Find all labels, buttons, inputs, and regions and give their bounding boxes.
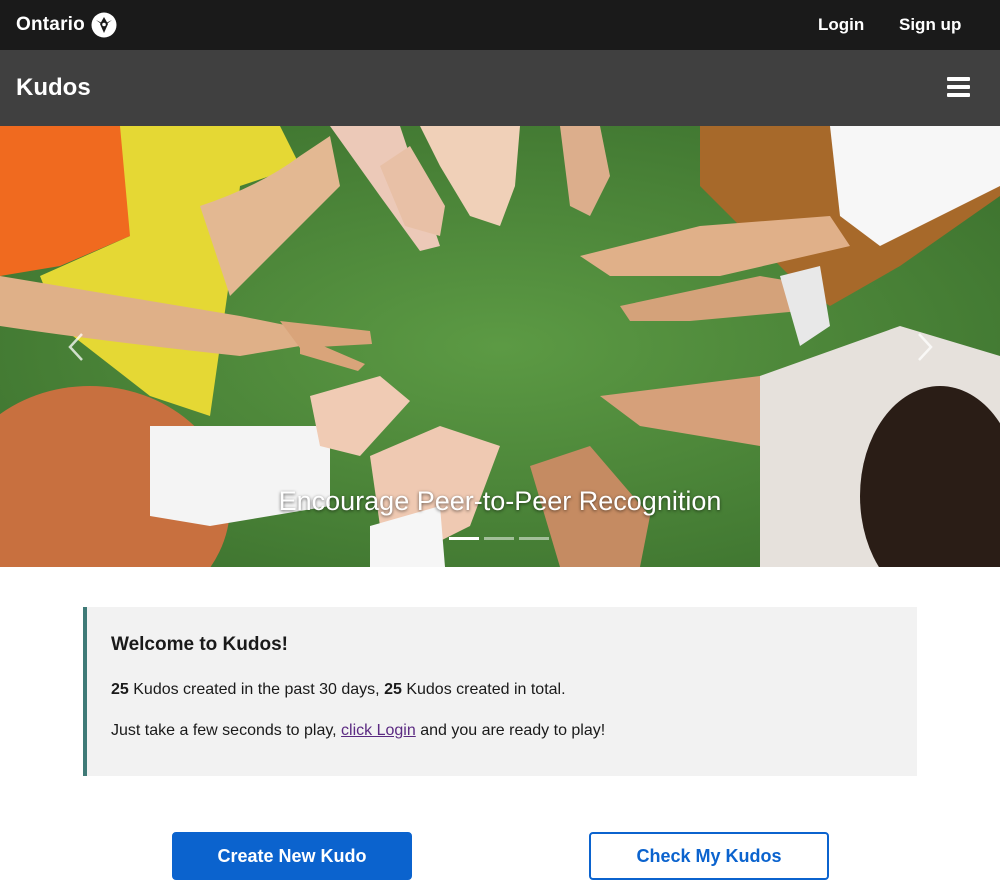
hero-carousel: Encourage Peer-to-Peer Recognition bbox=[0, 126, 1000, 567]
welcome-heading: Welcome to Kudos! bbox=[111, 634, 288, 655]
total-count: 25 bbox=[384, 681, 402, 698]
play-prefix: Just take a few seconds to play, bbox=[111, 722, 342, 739]
recent-count: 25 bbox=[111, 681, 129, 698]
ontario-logo-text: Ontario bbox=[16, 14, 85, 35]
create-new-kudo-button[interactable]: Create New Kudo bbox=[172, 832, 412, 880]
trillium-logo-icon bbox=[91, 12, 117, 38]
carousel-indicator-1[interactable] bbox=[449, 537, 479, 540]
carousel-indicators bbox=[449, 537, 554, 540]
hamburger-menu-icon[interactable] bbox=[947, 77, 970, 97]
recent-label: Kudos created in the past 30 days, bbox=[128, 681, 385, 698]
top-signup-link[interactable]: Sign up bbox=[899, 15, 961, 35]
ontario-logo[interactable]: Ontario bbox=[16, 11, 117, 39]
total-label: Kudos created in total. bbox=[401, 681, 566, 698]
carousel-indicator-3[interactable] bbox=[519, 537, 549, 540]
top-login-link[interactable]: Login bbox=[818, 15, 864, 35]
app-header: Kudos bbox=[0, 50, 1000, 126]
chevron-left-icon[interactable] bbox=[56, 324, 96, 370]
app-title: Kudos bbox=[16, 74, 91, 101]
carousel-caption: Encourage Peer-to-Peer Recognition bbox=[278, 486, 722, 516]
carousel-indicator-2[interactable] bbox=[484, 537, 514, 540]
welcome-panel: Welcome to Kudos! 25 Kudos created in th… bbox=[83, 607, 917, 776]
ontario-top-bar: Ontario Login Sign up bbox=[0, 0, 1000, 50]
click-login-link[interactable]: click Login bbox=[341, 722, 416, 739]
kudos-stats-text: 25 Kudos created in the past 30 days, 25… bbox=[111, 681, 566, 699]
play-instructions: Just take a few seconds to play, click L… bbox=[111, 722, 605, 740]
chevron-right-icon[interactable] bbox=[905, 324, 945, 370]
play-suffix: and you are ready to play! bbox=[415, 722, 606, 739]
check-my-kudos-button[interactable]: Check My Kudos bbox=[589, 832, 829, 880]
